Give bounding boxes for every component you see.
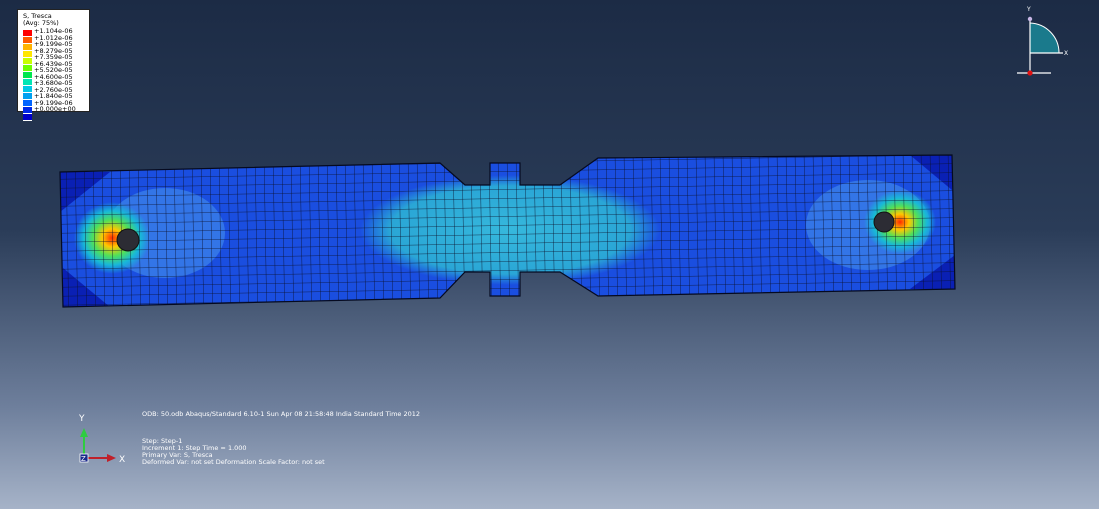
x-axis-label: X [119, 455, 125, 465]
coordinate-axes: Z Y X [78, 414, 125, 465]
triad-x-label: X [1064, 50, 1068, 57]
y-axis-label: Y [78, 414, 85, 424]
triad-y-handle [1027, 16, 1033, 22]
triad-origin [1027, 70, 1033, 76]
element-grid [60, 155, 955, 307]
y-arrowhead [80, 428, 88, 437]
pin-hole-left [116, 228, 140, 252]
view-triad[interactable]: Y X [1015, 5, 1075, 80]
deformed-var-info: Deformed Var: not set Deformation Scale … [142, 458, 325, 466]
z-axis-label: Z [81, 455, 86, 463]
triad-quadrant [1029, 22, 1060, 54]
pin-hole-right [873, 211, 895, 233]
x-arrowhead [107, 454, 116, 462]
odb-info-block: ODB: 50.odb Abaqus/Standard 6.10-1 Sun A… [142, 411, 420, 466]
specimen-mesh[interactable] [55, 150, 960, 310]
odb-info-line: ODB: 50.odb Abaqus/Standard 6.10-1 Sun A… [142, 410, 421, 418]
triad-y-label: Y [1026, 6, 1031, 13]
